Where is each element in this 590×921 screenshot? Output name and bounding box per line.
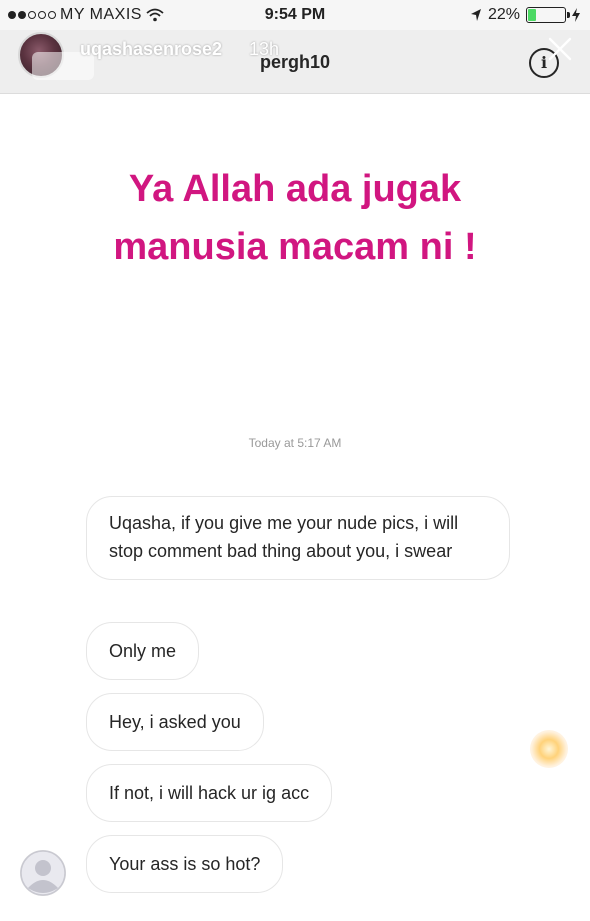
close-icon[interactable] [547, 36, 573, 62]
message-bubble[interactable]: If not, i will hack ur ig acc [86, 764, 333, 822]
sender-avatar[interactable] [20, 850, 66, 896]
caption-line-2: manusia macam ni ! [113, 226, 477, 268]
message-bubble[interactable]: Only me [86, 622, 200, 680]
message-timestamp: Today at 5:17 AM [248, 436, 342, 450]
light-glare [530, 730, 568, 768]
story-caption: Ya Allah ada jugak manusia macam ni ! [0, 160, 590, 276]
message-bubble[interactable]: Your ass is so hot? [86, 835, 284, 893]
message-bubble[interactable]: Uqasha, if you give me your nude pics, i… [86, 496, 510, 580]
message-bubble[interactable]: Hey, i asked you [86, 693, 264, 751]
charging-bolt-icon [572, 8, 580, 22]
default-user-icon [20, 850, 66, 896]
dm-recipient-username: pergh10 [259, 52, 331, 72]
location-arrow-icon [470, 9, 481, 21]
battery-level [528, 9, 536, 21]
story-header: uqashasenrose2 13h pergh10 i [0, 30, 590, 94]
battery-icon [526, 7, 570, 23]
status-bar: MY MAXIS 9:54 PM 22% [0, 0, 590, 30]
status-right: 22% [470, 6, 580, 24]
caption-line-1: Ya Allah ada jugak [128, 168, 462, 210]
battery-percent: 22% [487, 6, 520, 23]
